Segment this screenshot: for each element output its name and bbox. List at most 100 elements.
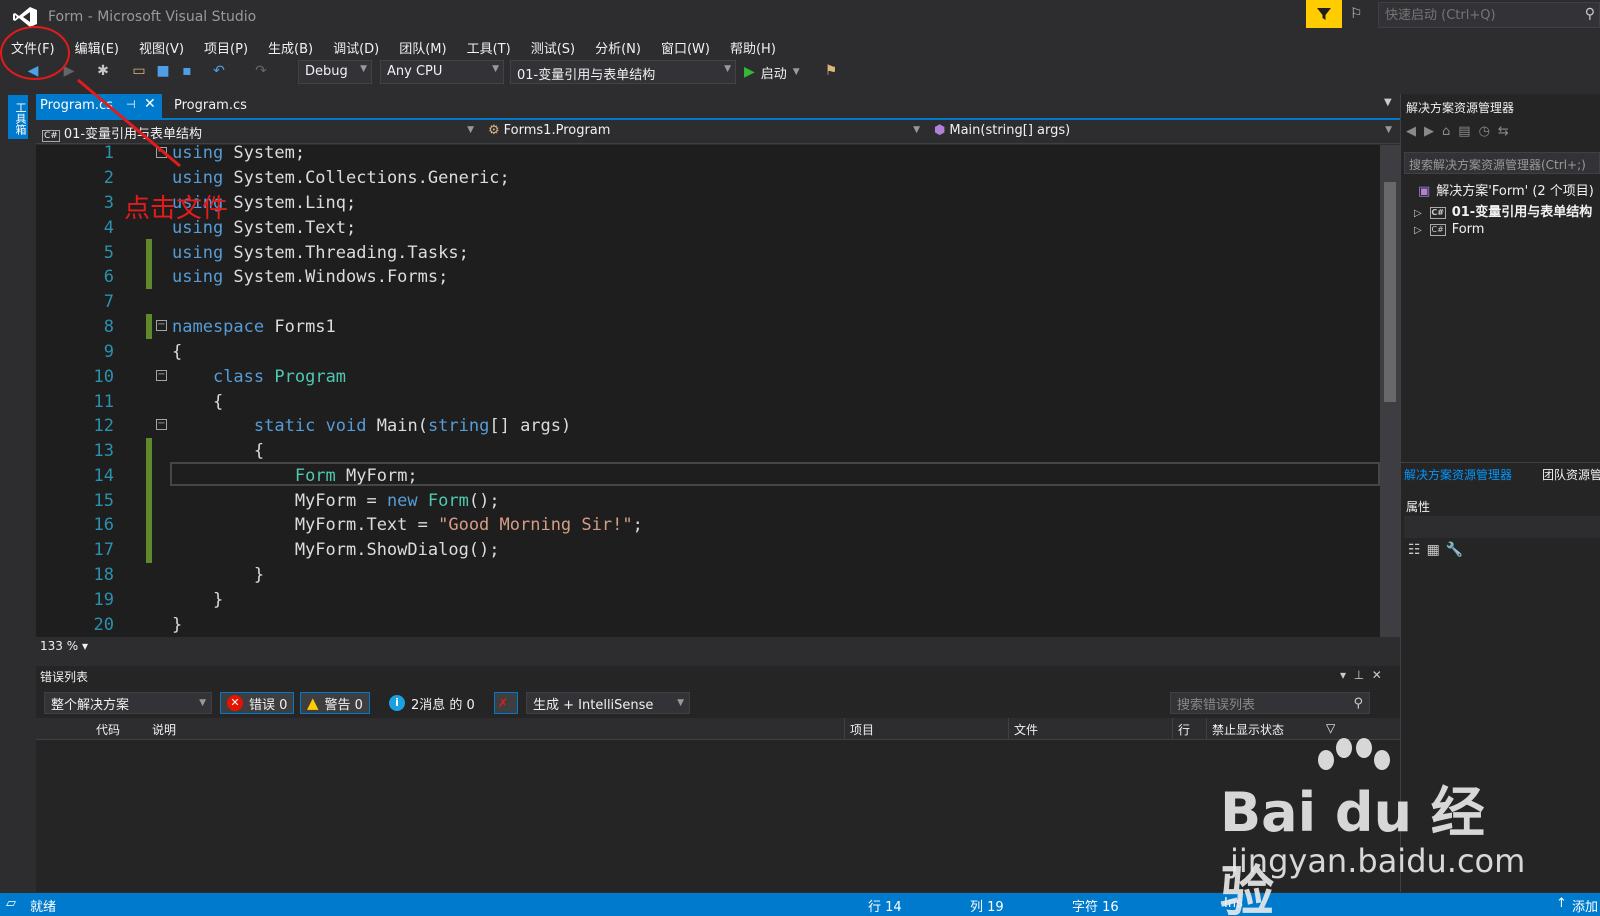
- expand-icon[interactable]: ▷: [1414, 225, 1422, 236]
- configuration-select[interactable]: Debug ▼: [298, 60, 372, 84]
- redo-icon[interactable]: ↷: [252, 62, 270, 80]
- column-divider[interactable]: [1206, 718, 1207, 740]
- line-number: 20: [93, 615, 114, 635]
- menu-team[interactable]: 团队(M): [388, 34, 455, 58]
- zoom-level-select[interactable]: 133 % ▾: [40, 639, 88, 653]
- clear-filter-button[interactable]: ✗: [494, 692, 518, 714]
- search-icon[interactable]: ⚲: [1585, 6, 1595, 22]
- editor-zoom-row: 133 % ▾: [36, 637, 1400, 657]
- menu-help[interactable]: 帮助(H): [719, 34, 785, 58]
- chevron-down-icon: ▼: [792, 67, 800, 77]
- class-dropdown[interactable]: ⚙ Forms1.Program ▼: [484, 121, 924, 143]
- menu-bar: 文件(F) 编辑(E) 视图(V) 项目(P) 生成(B) 调试(D) 团队(M…: [0, 34, 1600, 58]
- sync-icon[interactable]: ⇆: [1498, 124, 1517, 139]
- column-divider[interactable]: [1008, 718, 1009, 740]
- error-search-box[interactable]: 搜索错误列表 ⚲: [1170, 692, 1370, 714]
- messages-filter-button[interactable]: i 2消息 的 0: [382, 692, 482, 714]
- errors-filter-button[interactable]: ✕ 错误 0: [220, 692, 295, 714]
- menu-window[interactable]: 窗口(W): [650, 34, 719, 58]
- menu-debug[interactable]: 调试(D): [322, 34, 388, 58]
- member-value: Main(string[] args): [949, 123, 1071, 138]
- solution-label: 解决方案'Form' (2 个项目): [1436, 184, 1594, 199]
- home-icon[interactable]: ⌂: [1442, 124, 1458, 139]
- scrollbar-thumb[interactable]: [1384, 182, 1396, 402]
- code-line: using System.Windows.Forms;: [172, 267, 449, 287]
- back-icon[interactable]: ◀: [1406, 124, 1424, 139]
- tabs-dropdown-icon[interactable]: ▼: [1384, 97, 1392, 108]
- menu-view[interactable]: 视图(V): [128, 34, 193, 58]
- status-add-source-control[interactable]: 添加: [1572, 896, 1598, 915]
- toolbox-tab[interactable]: 工具箱: [8, 95, 28, 139]
- column-project[interactable]: 项目: [850, 721, 874, 738]
- feedback-icon[interactable]: ⚐: [1350, 6, 1370, 24]
- menu-edit[interactable]: 编辑(E): [64, 34, 128, 58]
- filter-icon[interactable]: ▽: [1326, 721, 1335, 735]
- menu-test[interactable]: 测试(S): [520, 34, 584, 58]
- member-dropdown[interactable]: ⬢ Main(string[] args) ▼: [930, 121, 1396, 143]
- history-icon[interactable]: ◷: [1479, 124, 1498, 139]
- filter-icon: [1317, 8, 1331, 20]
- startup-project-select[interactable]: 01-变量引用与表单结构 ▼: [510, 60, 736, 84]
- method-icon: ⬢: [934, 123, 946, 138]
- undo-icon[interactable]: ↶: [210, 62, 228, 80]
- menu-analyze[interactable]: 分析(N): [584, 34, 650, 58]
- column-divider[interactable]: [844, 718, 845, 740]
- tree-project-startup[interactable]: ▷ C# 01-变量引用与表单结构: [1414, 201, 1592, 220]
- menu-tools[interactable]: 工具(T): [456, 34, 520, 58]
- column-line[interactable]: 行: [1178, 721, 1190, 738]
- solution-explorer-search[interactable]: 搜索解决方案资源管理器(Ctrl+;): [1404, 152, 1600, 174]
- close-icon[interactable]: ✕: [1372, 668, 1382, 682]
- column-divider[interactable]: [1172, 718, 1173, 740]
- build-intellisense-select[interactable]: 生成 + IntelliSense ▼: [526, 692, 690, 714]
- line-number: 7: [103, 292, 114, 312]
- line-number: 17: [93, 540, 114, 560]
- property-pages-icon[interactable]: 🔧: [1446, 542, 1469, 558]
- pin-icon[interactable]: ⊥: [1354, 668, 1364, 682]
- annotation-text: 点击文件: [124, 194, 229, 224]
- chevron-down-icon: ▼: [1385, 125, 1392, 135]
- switch-views-icon[interactable]: ▤: [1458, 124, 1478, 139]
- menu-project[interactable]: 项目(P): [193, 34, 257, 58]
- column-code[interactable]: 代码: [96, 721, 120, 738]
- start-debugging-button[interactable]: ▶ 启动 ▼: [744, 62, 800, 82]
- tree-solution[interactable]: ▣ 解决方案'Form' (2 个项目): [1418, 180, 1594, 199]
- code-line: }: [172, 590, 224, 610]
- notification-filter-button[interactable]: [1306, 0, 1342, 28]
- tree-project-form[interactable]: ▷ C# Form: [1414, 222, 1484, 237]
- tab-team-explorer[interactable]: 团队资源管: [1542, 466, 1600, 483]
- menu-build[interactable]: 生成(B): [257, 34, 322, 58]
- column-file[interactable]: 文件: [1014, 721, 1038, 738]
- column-description[interactable]: 说明: [152, 721, 176, 738]
- tab-solution-explorer[interactable]: 解决方案资源管理器: [1404, 466, 1512, 483]
- collapse-icon[interactable]: −: [156, 320, 167, 331]
- csharp-project-icon: C#: [1429, 206, 1446, 219]
- expand-icon[interactable]: ▷: [1414, 208, 1422, 219]
- categorized-icon[interactable]: ☷: [1408, 542, 1427, 558]
- code-editor[interactable]: − − − − 1 2 3 4 5 6 7 8 9 10 11 12 13 14…: [36, 145, 1384, 637]
- collapse-icon[interactable]: −: [156, 419, 167, 430]
- chevron-down-icon: ▼: [492, 64, 499, 74]
- error-scope-select[interactable]: 整个解决方案 ▼: [44, 692, 212, 714]
- alphabetical-icon[interactable]: ▦: [1427, 542, 1446, 558]
- chevron-down-icon: ▼: [199, 698, 206, 708]
- quick-launch-box[interactable]: ⚲: [1378, 2, 1600, 28]
- collapse-icon[interactable]: −: [156, 370, 167, 381]
- line-number: 6: [103, 267, 114, 287]
- window-position-icon[interactable]: ▾: [1340, 668, 1346, 682]
- document-tabs: Program.cs ⊣ ✕ Program.cs ▼: [36, 94, 1400, 118]
- quick-launch-input[interactable]: [1379, 3, 1599, 27]
- publish-icon[interactable]: ↑: [1556, 896, 1567, 911]
- platform-select[interactable]: Any CPU ▼: [380, 60, 504, 84]
- visual-studio-logo-icon[interactable]: [12, 6, 38, 28]
- watermark-url: jingyan.baidu.com: [1230, 842, 1526, 880]
- status-line: 行 14: [868, 900, 902, 915]
- column-suppression[interactable]: 禁止显示状态: [1212, 721, 1284, 738]
- warnings-filter-button[interactable]: ▲ 警告 0: [300, 692, 370, 714]
- properties-object-select[interactable]: [1404, 516, 1600, 538]
- warning-icon: ▲: [307, 694, 319, 712]
- forward-icon[interactable]: ▶: [1424, 124, 1442, 139]
- browser-link-icon[interactable]: ⚑: [822, 62, 840, 80]
- line-number: 3: [103, 193, 114, 213]
- line-number: 10: [93, 367, 114, 387]
- line-number: 18: [93, 565, 114, 585]
